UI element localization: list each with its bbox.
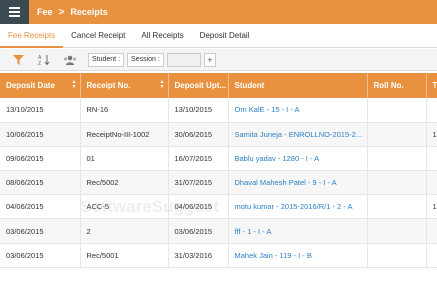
column-header-total[interactable]: To — [426, 73, 437, 98]
roll-no-cell — [367, 122, 427, 147]
deposit-date-cell: 03/06/2015 — [0, 243, 81, 268]
column-header-label: Student — [234, 81, 265, 90]
roll-no-cell — [367, 146, 427, 172]
top-bar: Fee > Receipts — [0, 0, 437, 24]
roll-no-cell — [367, 194, 427, 220]
sort-az-icon[interactable]: A Z — [36, 52, 52, 68]
student-cell[interactable]: motu kumar - 2015-2016/R/1 - 2 - A — [228, 194, 368, 220]
deposit-date-cell: 03/06/2015 — [0, 218, 81, 244]
deposit-date-cell: 13/10/2015 — [0, 98, 81, 123]
receipts-table: Deposit Date ▲ ▼ Receipt No. ▲ ▼ Deposit Upt… — [0, 73, 437, 268]
total-cell: 1 — [426, 194, 437, 220]
filter-icon[interactable] — [10, 52, 26, 68]
column-header-roll-no[interactable]: Roll No. — [367, 73, 427, 98]
menu-line — [9, 15, 20, 17]
table-row[interactable]: 10/06/2015 ReceiptNo-III-1002 30/06/2015 Sa… — [0, 122, 437, 147]
roll-no-cell — [367, 98, 427, 123]
breadcrumb-separator: > — [58, 6, 65, 18]
receipt-no-cell: Rec/5001 — [80, 243, 169, 268]
tab-cancel-receipt[interactable]: Cancel Receipt — [63, 24, 133, 48]
total-cell — [426, 243, 437, 268]
breadcrumb: Fee > Receipts — [37, 7, 108, 18]
receipt-no-cell: ReceiptNo-III-1002 — [80, 122, 169, 147]
column-header-deposit-date[interactable]: Deposit Date ▲ ▼ — [0, 73, 81, 98]
tab-all-receipts[interactable]: All Receipts — [133, 24, 191, 48]
student-cell[interactable]: Samita Juneja - ENROLLNO-2015-2... — [228, 122, 368, 147]
deposit-date-cell: 04/06/2015 — [0, 194, 81, 220]
roll-no-cell — [367, 218, 427, 244]
tab-bar: Fee Receipts Cancel Receipt All Receipts… — [0, 24, 437, 48]
column-header-receipt-no[interactable]: Receipt No. ▲ ▼ — [80, 73, 169, 98]
student-cell[interactable]: Om KalE - 15 - I - A — [228, 98, 368, 123]
student-cell[interactable]: Mahek Jain - 119 - I - B — [228, 243, 368, 268]
roll-no-cell — [367, 243, 427, 268]
student-cell[interactable]: Bablu yadav - 1280 - I - A — [228, 146, 368, 172]
breadcrumb-page: Receipts — [70, 7, 108, 17]
receipt-no-cell: Rec/5002 — [80, 170, 169, 196]
receipt-no-cell: ACC-5 — [80, 194, 169, 220]
table-row[interactable]: 13/10/2015 RN-16 13/10/2015 Om KalE - 15 - … — [0, 98, 437, 123]
table-row[interactable]: 03/06/2015 2 03/06/2015 fff - 1 - I - A — [0, 218, 437, 244]
column-header-deposit-update[interactable]: Deposit Upt... — [168, 73, 229, 98]
column-header-label: Deposit Upt... — [174, 81, 227, 90]
deposit-update-cell: 13/10/2015 — [168, 98, 229, 123]
deposit-update-cell: 31/03/2016 — [168, 243, 229, 268]
student-cell[interactable]: Dhaval Mahesh Patel - 9 - I - A — [228, 170, 368, 196]
session-filter-input[interactable] — [166, 52, 201, 67]
menu-line — [9, 7, 20, 9]
users-icon[interactable] — [62, 52, 78, 68]
sort-arrows-icon[interactable]: ▲ ▼ — [160, 80, 165, 90]
column-header-label: Roll No. — [373, 81, 404, 90]
tab-fee-receipts[interactable]: Fee Receipts — [0, 24, 64, 48]
deposit-date-cell: 08/06/2015 — [0, 170, 81, 196]
student-cell[interactable]: fff - 1 - I - A — [228, 218, 368, 244]
deposit-update-cell: 03/06/2015 — [168, 218, 229, 244]
total-cell — [426, 146, 437, 172]
column-header-student[interactable]: Student — [228, 73, 368, 98]
deposit-date-cell: 09/06/2015 — [0, 146, 81, 172]
table-row[interactable]: 03/06/2015 Rec/5001 31/03/2016 Mahek Jain -… — [0, 243, 437, 268]
receipt-no-cell: RN-16 — [80, 98, 169, 123]
table-row[interactable]: 09/06/2015 01 16/07/2015 Bablu yadav - 1280… — [0, 146, 437, 172]
table-row[interactable]: 08/06/2015 Rec/5002 31/07/2015 Dhaval Mahes… — [0, 170, 437, 196]
add-filter-button[interactable]: + — [203, 52, 216, 67]
total-cell: 1 — [426, 122, 437, 147]
deposit-update-cell: 16/07/2015 — [168, 146, 229, 172]
total-cell — [426, 218, 437, 244]
deposit-date-cell: 10/06/2015 — [0, 122, 81, 147]
sort-arrows-icon[interactable]: ▲ ▼ — [72, 80, 77, 90]
deposit-update-cell: 30/06/2015 — [168, 122, 229, 147]
total-cell — [426, 98, 437, 123]
receipt-no-cell: 01 — [80, 146, 169, 172]
column-header-label: Deposit Date — [6, 81, 55, 90]
table-header-row: Deposit Date ▲ ▼ Receipt No. ▲ ▼ Deposit Upt… — [0, 73, 437, 98]
receipt-no-cell: 2 — [80, 218, 169, 244]
deposit-update-cell: 31/07/2015 — [168, 170, 229, 196]
toolbar: A Z Student : Session : + — [0, 49, 437, 71]
column-header-label: To — [432, 81, 437, 90]
student-filter-chip[interactable]: Student : — [88, 52, 125, 67]
breadcrumb-app[interactable]: Fee — [37, 7, 53, 17]
table-row[interactable]: 04/06/2015 ACC-5 04/06/2015 motu kumar - 20… — [0, 194, 437, 220]
total-cell — [426, 170, 437, 196]
hamburger-menu-button[interactable] — [0, 0, 29, 24]
session-filter-chip[interactable]: Session : — [127, 52, 164, 67]
column-header-label: Receipt No. — [86, 81, 131, 90]
tab-deposit-detail[interactable]: Deposit Detail — [192, 24, 258, 48]
roll-no-cell — [367, 170, 427, 196]
svg-text:Z: Z — [38, 61, 41, 66]
deposit-update-cell: 04/06/2015 — [168, 194, 229, 220]
menu-line — [9, 11, 20, 13]
